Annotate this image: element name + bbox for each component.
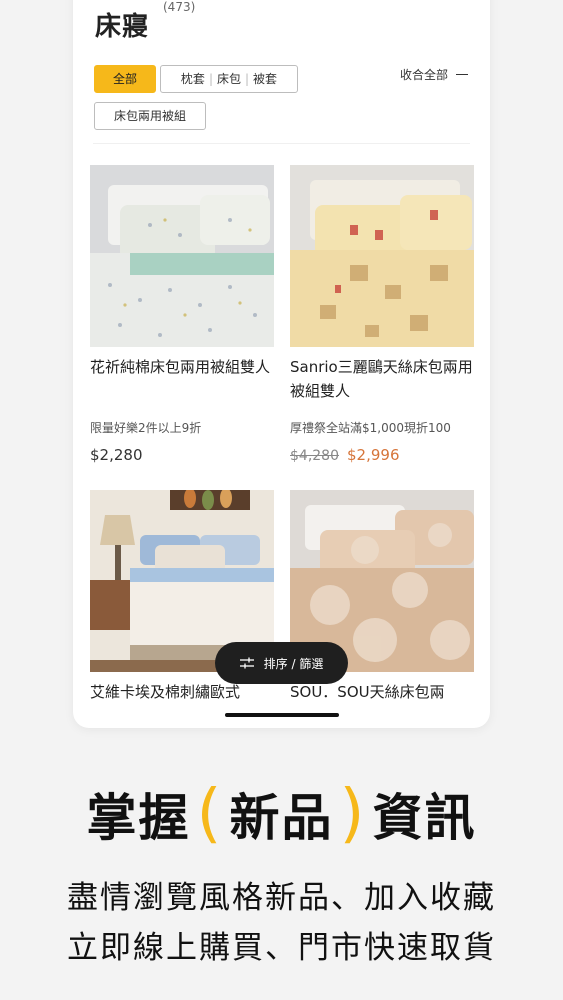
product-sale-price: $2,996 [347, 446, 400, 464]
paren-close: ) [339, 777, 367, 851]
sort-filter-button[interactable]: 排序 / 篩選 [215, 642, 348, 684]
home-indicator [225, 713, 339, 717]
paren-open: ( [196, 777, 224, 851]
product-promo: 限量好樂2件以上9折 [90, 421, 202, 435]
headline-right: 資訊 [372, 789, 477, 847]
result-count: (473) [163, 0, 196, 14]
filter-chip-all[interactable]: 全部 [94, 65, 156, 93]
collapse-all-label: 收合全部 [399, 68, 448, 82]
product-original-price: $4,280 [290, 448, 339, 464]
product-image[interactable] [90, 165, 274, 347]
filter-chip-pillow-sheet-quilt[interactable]: 枕套 | 床包 | 被套 [160, 65, 298, 93]
product-image[interactable] [290, 165, 474, 347]
product-name[interactable]: 花祈純棉床包兩用被組雙人 [90, 355, 274, 403]
product-price: $2,280 [90, 446, 143, 464]
filter-label-quilt: 被套 [253, 72, 278, 86]
minus-icon [456, 73, 468, 76]
marketing-line-2: 立即線上購買、門市快速取貨 [67, 930, 496, 966]
filter-label-pillow: 枕套 [180, 72, 205, 86]
marketing-headline: 掌握 ( 新品 ) 資訊 [0, 778, 563, 850]
product-card[interactable]: Sanrio三麗鷗天絲床包兩用被組雙人 厚禮祭全站滿$1,000現折100 $4… [290, 165, 474, 464]
marketing-line-1: 盡情瀏覽風格新品、加入收藏 [67, 880, 496, 916]
product-name[interactable]: Sanrio三麗鷗天絲床包兩用被組雙人 [290, 355, 474, 403]
sliders-icon [239, 657, 254, 669]
filter-chip-duvet-set[interactable]: 床包兩用被組 [94, 102, 206, 130]
product-name[interactable]: 艾維卡埃及棉刺繡歐式 [90, 680, 274, 728]
product-promo: 厚禮祭全站滿$1,000現折100 [290, 421, 451, 435]
sort-filter-label: 排序 / 篩選 [263, 656, 324, 671]
product-card[interactable]: 花祈純棉床包兩用被組雙人 限量好樂2件以上9折 $2,280 [90, 165, 274, 464]
divider [93, 143, 470, 144]
headline-left: 掌握 [86, 789, 191, 847]
headline-mid: 新品 [229, 789, 334, 847]
product-card[interactable]: SOU．SOU天絲床包兩 [290, 490, 474, 728]
product-card[interactable]: 艾維卡埃及棉刺繡歐式 [90, 490, 274, 728]
collapse-all-button[interactable]: 收合全部 [400, 66, 468, 83]
page-title: 床寢 [95, 12, 150, 42]
app-screen: 床寢 (473) 全部 枕套 | 床包 | 被套 床包兩用被組 收合全部 花祈純… [73, 0, 490, 728]
product-name[interactable]: SOU．SOU天絲床包兩 [290, 680, 474, 728]
filter-label-sheet: 床包 [216, 72, 241, 86]
